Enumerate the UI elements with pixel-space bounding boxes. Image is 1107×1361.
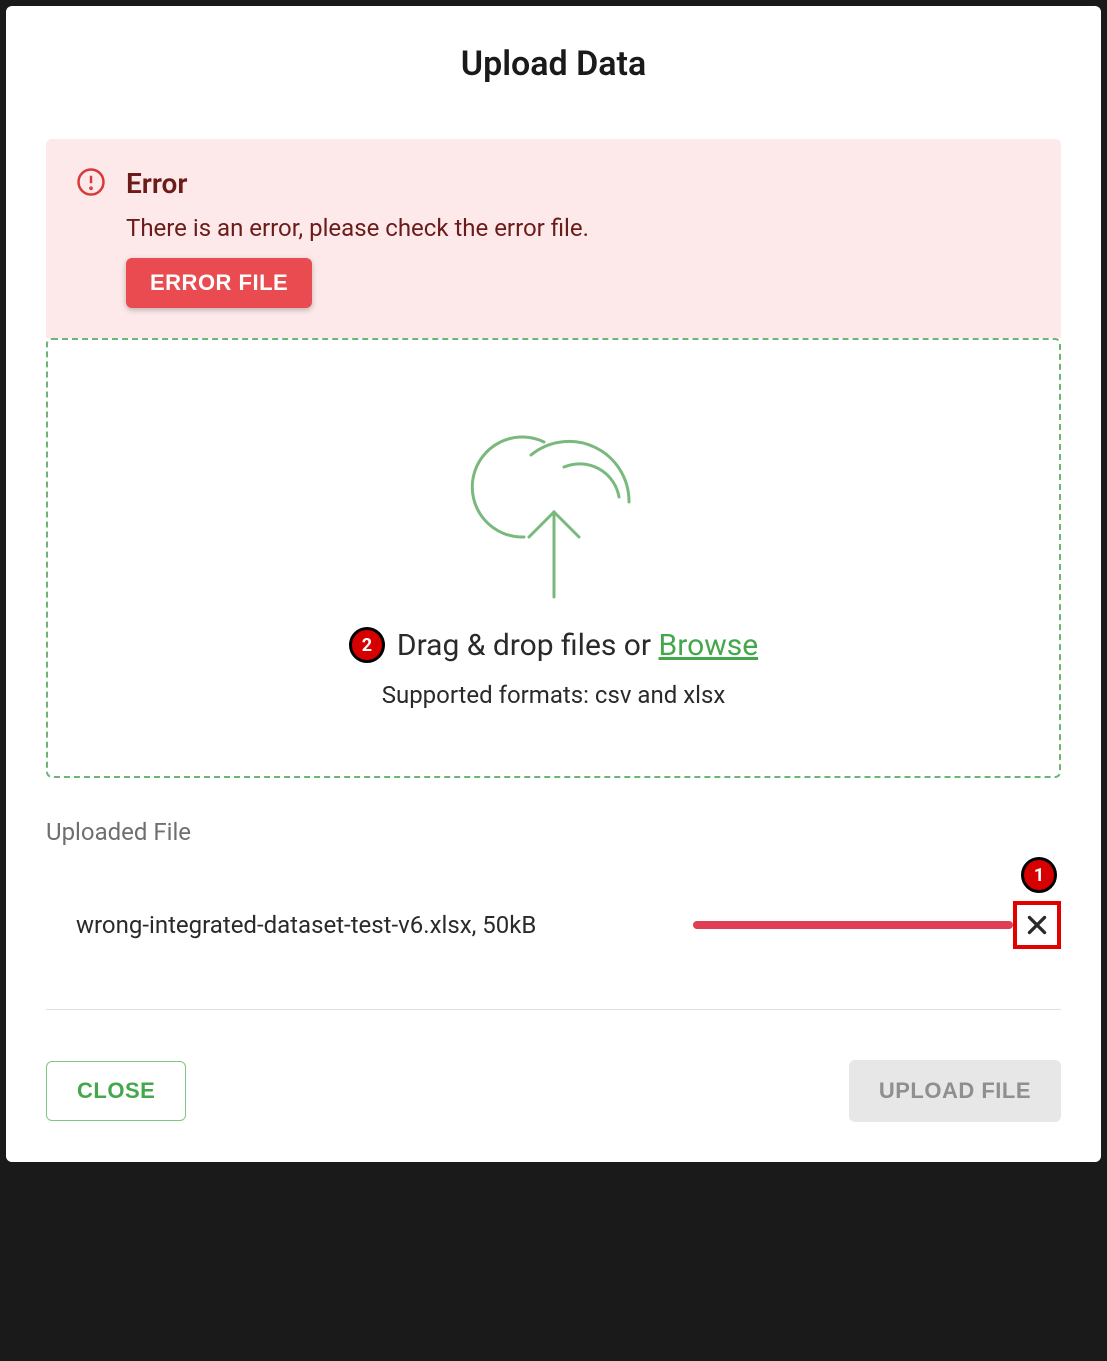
- annotation-highlight-bar: [693, 921, 1013, 929]
- close-button[interactable]: CLOSE: [46, 1061, 186, 1121]
- annotation-marker-2: 2: [349, 627, 385, 663]
- uploaded-file-name: wrong-integrated-dataset-test-v6.xlsx, 5…: [76, 911, 536, 939]
- uploaded-file-row: wrong-integrated-dataset-test-v6.xlsx, 5…: [46, 901, 1061, 1010]
- error-icon: [76, 167, 106, 197]
- modal-actions: CLOSE UPLOAD FILE: [46, 1060, 1061, 1122]
- annotation-marker-1: 1: [1021, 857, 1057, 893]
- close-icon: [1024, 912, 1050, 938]
- alert-body: Error There is an error, please check th…: [126, 167, 589, 308]
- file-row-right: 1: [693, 901, 1061, 949]
- dropzone-hint: Supported formats: csv and xlsx: [382, 681, 726, 709]
- remove-file-button[interactable]: [1013, 901, 1061, 949]
- alert-message: There is an error, please check the erro…: [126, 214, 589, 242]
- dropzone-instruction-line: 2 Drag & drop files or Browse: [349, 627, 758, 663]
- file-dropzone[interactable]: 2 Drag & drop files or Browse Supported …: [46, 338, 1061, 778]
- cloud-upload-icon: [429, 407, 679, 607]
- dropzone-text-prefix: Drag & drop files or: [397, 628, 659, 663]
- modal-title: Upload Data: [46, 44, 1061, 84]
- upload-file-button[interactable]: UPLOAD FILE: [849, 1060, 1061, 1122]
- browse-link[interactable]: Browse: [659, 628, 759, 663]
- error-alert: Error There is an error, please check th…: [46, 139, 1061, 338]
- upload-data-modal: Upload Data Error There is an error, ple…: [6, 6, 1101, 1162]
- uploaded-file-label: Uploaded File: [46, 818, 1061, 846]
- alert-title: Error: [126, 167, 589, 200]
- dropzone-text: Drag & drop files or Browse: [397, 628, 758, 663]
- error-file-button[interactable]: ERROR FILE: [126, 258, 312, 308]
